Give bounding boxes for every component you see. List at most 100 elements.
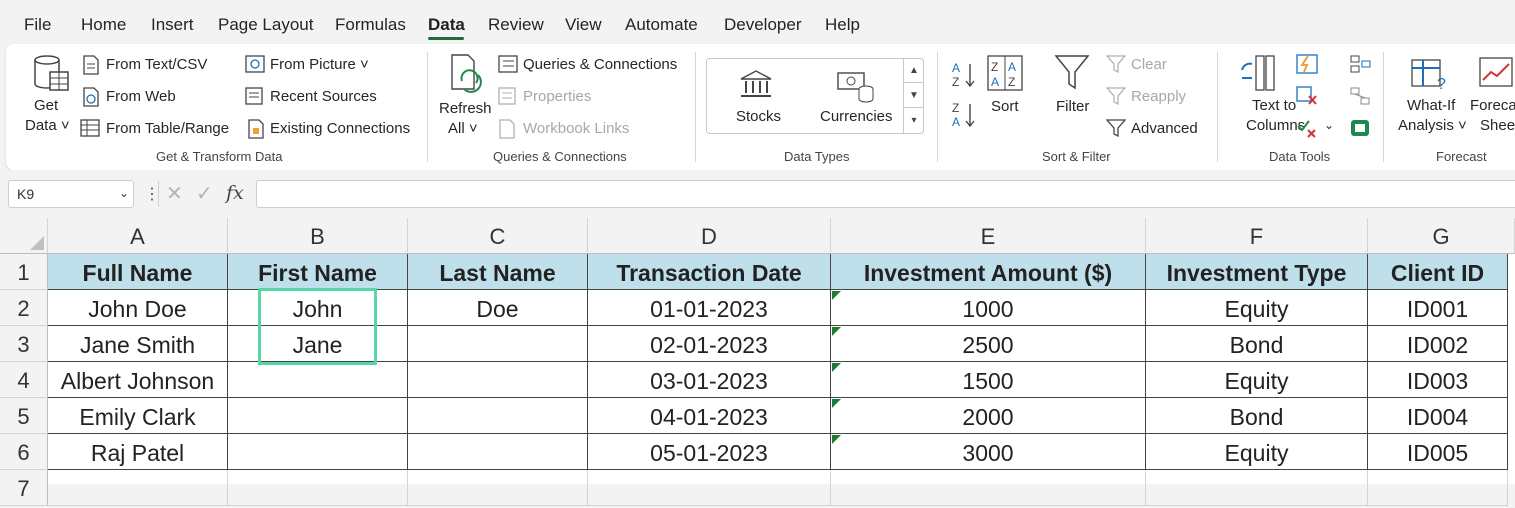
cell-f3[interactable]: Bond (1146, 326, 1368, 362)
cell-c2[interactable]: Doe (408, 290, 588, 326)
cell-f6[interactable]: Equity (1146, 434, 1368, 470)
cancel-icon[interactable]: ✕ (166, 181, 183, 206)
cell-a6[interactable]: Raj Patel (48, 434, 228, 470)
from-table-range-button[interactable]: From Table/Range (106, 120, 229, 137)
cell-g1[interactable]: Client ID (1368, 254, 1508, 290)
cell-a2[interactable]: John Doe (48, 290, 228, 326)
forecast-sheet-label[interactable]: Sheet (1480, 117, 1515, 134)
cell-a4[interactable]: Albert Johnson (48, 362, 228, 398)
cell-c5[interactable] (408, 398, 588, 434)
cell-d1[interactable]: Transaction Date (588, 254, 831, 290)
tab-page-layout[interactable]: Page Layout (218, 15, 313, 35)
error-indicator-icon[interactable] (832, 291, 841, 300)
tab-review[interactable]: Review (488, 15, 544, 35)
currencies-button[interactable]: Currencies (820, 108, 893, 125)
cell-c1[interactable]: Last Name (408, 254, 588, 290)
cell-e7[interactable] (831, 470, 1146, 506)
cell-b1[interactable]: First Name (228, 254, 408, 290)
insert-function-icon[interactable]: fx (226, 182, 244, 204)
tab-insert[interactable]: Insert (151, 15, 194, 35)
tab-formulas[interactable]: Formulas (335, 15, 406, 35)
sort-button[interactable]: Sort (991, 98, 1019, 115)
cell-g2[interactable]: ID001 (1368, 290, 1508, 326)
cell-c3[interactable] (408, 326, 588, 362)
column-header-e[interactable]: E (831, 218, 1146, 254)
cell-e3[interactable]: 2500 (831, 326, 1146, 362)
scroll-up-icon[interactable]: ▲ (904, 58, 924, 83)
tab-home[interactable]: Home (81, 15, 126, 35)
cell-g4[interactable]: ID003 (1368, 362, 1508, 398)
text-to-columns-button[interactable]: Text to (1252, 97, 1296, 114)
column-header-d[interactable]: D (588, 218, 831, 254)
existing-connections-button[interactable]: Existing Connections (270, 120, 410, 137)
get-data-button[interactable]: Get (34, 97, 58, 114)
cell-d2[interactable]: 01-01-2023 (588, 290, 831, 326)
row-header-3[interactable]: 3 (0, 326, 48, 362)
cell-b6[interactable] (228, 434, 408, 470)
cell-d6[interactable]: 05-01-2023 (588, 434, 831, 470)
queries-connections-button[interactable]: Queries & Connections (523, 56, 677, 73)
cell-c6[interactable] (408, 434, 588, 470)
cell-f4[interactable]: Equity (1146, 362, 1368, 398)
what-if-analysis-button[interactable]: What-If (1407, 97, 1455, 114)
cell-f5[interactable]: Bond (1146, 398, 1368, 434)
cell-b5[interactable] (228, 398, 408, 434)
tab-help[interactable]: Help (825, 15, 860, 35)
cell-d4[interactable]: 03-01-2023 (588, 362, 831, 398)
error-indicator-icon[interactable] (832, 399, 841, 408)
tab-view[interactable]: View (565, 15, 602, 35)
column-header-a[interactable]: A (48, 218, 228, 254)
cell-a5[interactable]: Emily Clark (48, 398, 228, 434)
cell-a3[interactable]: Jane Smith (48, 326, 228, 362)
what-if-analysis-label[interactable]: Analysis ˅ (1398, 117, 1467, 134)
from-web-button[interactable]: From Web (106, 88, 176, 105)
cell-b4[interactable] (228, 362, 408, 398)
tab-automate[interactable]: Automate (625, 15, 698, 35)
reapply-button[interactable]: Reapply (1131, 88, 1186, 105)
row-header-7[interactable]: 7 (0, 470, 48, 506)
cell-e2[interactable]: 1000 (831, 290, 1146, 326)
cell-b3[interactable]: Jane (228, 326, 408, 362)
cell-f7[interactable] (1146, 470, 1368, 506)
forecast-sheet-button[interactable]: Forecast (1470, 97, 1515, 114)
cell-e5[interactable]: 2000 (831, 398, 1146, 434)
enter-check-icon[interactable]: ✓ (196, 181, 213, 206)
cell-e6[interactable]: 3000 (831, 434, 1146, 470)
cell-e4[interactable]: 1500 (831, 362, 1146, 398)
cell-f2[interactable]: Equity (1146, 290, 1368, 326)
from-picture-button[interactable]: From Picture ˅ (270, 56, 369, 73)
formula-input[interactable] (256, 180, 1515, 208)
advanced-button[interactable]: Advanced (1131, 120, 1198, 137)
properties-button[interactable]: Properties (523, 88, 591, 105)
gallery-more-icon[interactable]: ▾ (904, 108, 924, 133)
error-indicator-icon[interactable] (832, 327, 841, 336)
name-box[interactable]: K9 ⌄ (8, 180, 134, 208)
workbook-links-button[interactable]: Workbook Links (523, 120, 629, 137)
cell-a1[interactable]: Full Name (48, 254, 228, 290)
row-header-1[interactable]: 1 (0, 254, 48, 290)
scroll-down-icon[interactable]: ▼ (904, 83, 924, 108)
cell-d7[interactable] (588, 470, 831, 506)
cell-a7[interactable] (48, 470, 228, 506)
cell-f1[interactable]: Investment Type (1146, 254, 1368, 290)
clear-button[interactable]: Clear (1131, 56, 1167, 73)
cell-g5[interactable]: ID004 (1368, 398, 1508, 434)
cell-d3[interactable]: 02-01-2023 (588, 326, 831, 362)
cell-g3[interactable]: ID002 (1368, 326, 1508, 362)
error-indicator-icon[interactable] (832, 435, 841, 444)
select-all-button[interactable] (0, 218, 48, 254)
from-text-csv-button[interactable]: From Text/CSV (106, 56, 207, 73)
tab-file[interactable]: File (24, 15, 51, 35)
cell-g6[interactable]: ID005 (1368, 434, 1508, 470)
recent-sources-button[interactable]: Recent Sources (270, 88, 377, 105)
row-header-4[interactable]: 4 (0, 362, 48, 398)
row-header-2[interactable]: 2 (0, 290, 48, 326)
column-header-b[interactable]: B (228, 218, 408, 254)
error-indicator-icon[interactable] (832, 363, 841, 372)
get-data-button-label[interactable]: Data ˅ (25, 117, 70, 134)
refresh-all-button-label[interactable]: All ˅ (448, 120, 478, 137)
column-header-f[interactable]: F (1146, 218, 1368, 254)
column-header-g[interactable]: G (1368, 218, 1515, 254)
filter-button[interactable]: Filter (1056, 98, 1089, 115)
column-header-c[interactable]: C (408, 218, 588, 254)
